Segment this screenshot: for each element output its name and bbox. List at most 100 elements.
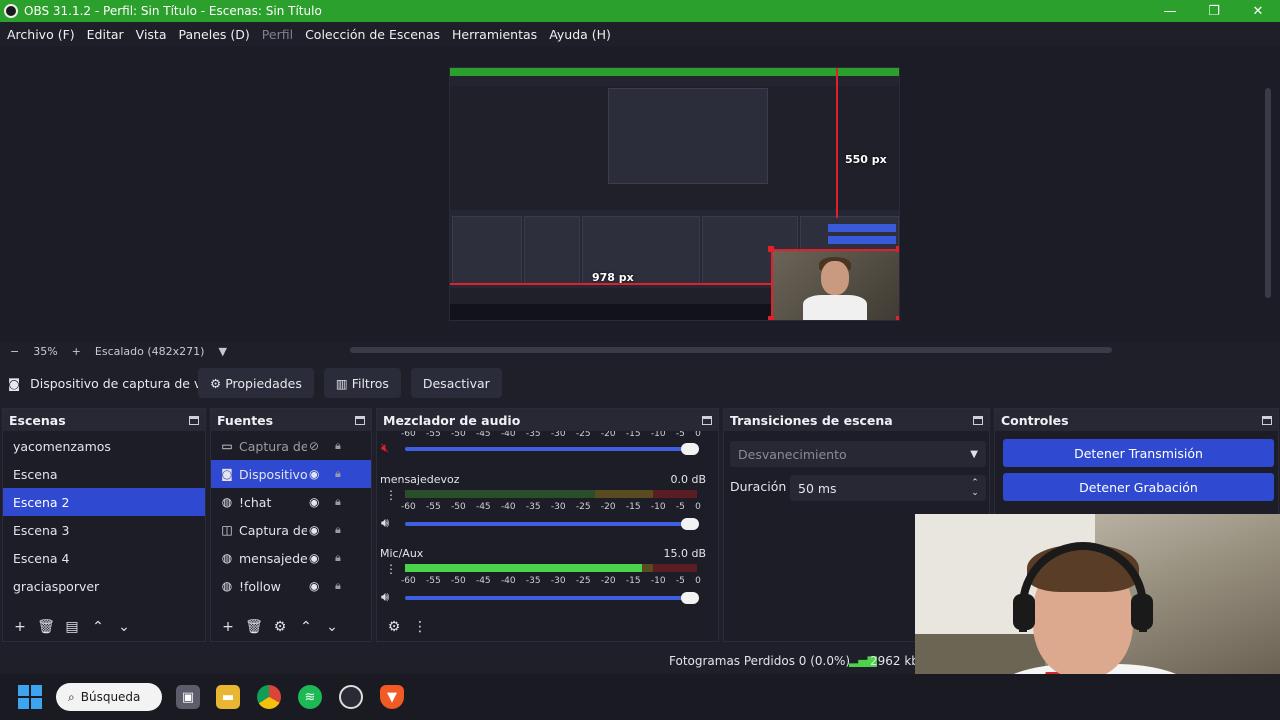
meter-level — [405, 564, 642, 572]
scene-item[interactable]: graciasporver — [3, 572, 205, 600]
move-up-button[interactable]: ⌃ — [293, 615, 319, 639]
transition-type-select[interactable]: Desvanecimiento ▼ — [730, 441, 986, 467]
eye-icon[interactable]: ◉ — [309, 523, 319, 537]
menu-coleccion-escenas[interactable]: Colección de Escenas — [300, 27, 445, 42]
nested-record-button — [828, 236, 896, 244]
lock-icon[interactable]: 🔒︎ — [335, 551, 341, 565]
volume-slider[interactable] — [405, 592, 699, 604]
taskbar-search[interactable]: ⌕ Búsqueda — [56, 683, 162, 711]
undock-icon[interactable] — [355, 415, 365, 425]
filters-button[interactable]: ▥ Filtros — [323, 368, 401, 398]
volume-slider-knob[interactable] — [681, 518, 699, 530]
preview-horizontal-scrollbar[interactable] — [350, 347, 1112, 353]
deactivate-button[interactable]: Desactivar — [410, 368, 502, 398]
volume-slider-knob[interactable] — [681, 592, 699, 604]
close-button[interactable]: ✕ — [1236, 0, 1280, 22]
move-up-button[interactable]: ⌃ — [85, 615, 111, 639]
add-source-button[interactable]: + — [215, 615, 241, 639]
eye-icon[interactable]: ◉ — [309, 495, 319, 509]
minimize-button[interactable]: — — [1148, 0, 1192, 22]
scene-item[interactable]: Escena 3 — [3, 516, 205, 544]
source-name: Captura de — [239, 522, 307, 538]
eye-icon[interactable]: ◉ — [309, 579, 319, 593]
resize-handle-top-left[interactable] — [768, 246, 774, 252]
volume-slider-knob[interactable] — [681, 443, 699, 455]
undock-icon[interactable] — [973, 415, 983, 425]
zoom-in-button[interactable]: + — [72, 345, 81, 358]
undock-icon[interactable] — [1262, 415, 1272, 425]
chrome-icon[interactable] — [257, 685, 281, 709]
brave-icon[interactable]: ▼ — [380, 685, 404, 709]
zoom-out-button[interactable]: − — [10, 345, 19, 358]
duration-spinbox[interactable]: 50 ms ⌃ ⌄ — [790, 475, 986, 501]
scene-item[interactable]: Escena — [3, 460, 205, 488]
muted-speaker-icon[interactable]: 🔇︎ — [381, 441, 389, 456]
stop-recording-button[interactable]: Detener Grabación — [1003, 473, 1274, 501]
undock-icon[interactable] — [702, 415, 712, 425]
resize-handle-bottom-left[interactable] — [768, 316, 774, 320]
lock-icon[interactable]: 🔒︎ — [335, 523, 341, 537]
scene-item[interactable]: Escena 4 — [3, 544, 205, 572]
advanced-audio-icon[interactable]: ⚙ — [381, 615, 407, 639]
eye-icon[interactable]: ◉ — [309, 551, 319, 565]
spotify-icon[interactable]: ≋ — [298, 685, 322, 709]
headset-ear-left — [1013, 594, 1035, 630]
menu-editar[interactable]: Editar — [82, 27, 129, 42]
sources-dock: Fuentes ▭ Captura de ⊘ 🔒︎ ◙ Dispositivo … — [210, 408, 372, 642]
menu-herramientas[interactable]: Herramientas — [447, 27, 542, 42]
volume-slider[interactable] — [405, 518, 699, 530]
windows-start-icon[interactable] — [18, 685, 42, 709]
move-down-button[interactable]: ⌄ — [319, 615, 345, 639]
properties-button[interactable]: ⚙ Propiedades — [198, 368, 314, 398]
hidden-eye-icon[interactable]: ⊘ — [309, 439, 319, 453]
preview-canvas[interactable]: 550 px 978 px — [449, 67, 900, 321]
menu-paneles[interactable]: Paneles (D) — [174, 27, 255, 42]
scene-filters-button[interactable]: ▤ — [59, 615, 85, 639]
preview-area[interactable]: 550 px 978 px — [0, 46, 1280, 342]
obs-logo-icon — [4, 4, 18, 18]
obs-taskbar-icon[interactable] — [339, 685, 363, 709]
lock-icon[interactable]: 🔒︎ — [335, 579, 341, 593]
mixer-menu-icon[interactable]: ⋮ — [407, 615, 433, 639]
menu-vista[interactable]: Vista — [131, 27, 172, 42]
mixer-footer: ⚙ ⋮ — [377, 613, 718, 641]
maximize-button[interactable]: ❐ — [1192, 0, 1236, 22]
speaker-icon[interactable]: 🔊︎ — [381, 516, 389, 531]
volume-slider[interactable] — [405, 443, 699, 455]
scene-item-selected[interactable]: Escena 2 — [3, 488, 205, 516]
eye-icon[interactable]: ◉ — [309, 467, 319, 481]
source-item[interactable]: ▭ Captura de ⊘ 🔒︎ — [211, 432, 371, 460]
undock-icon[interactable] — [189, 415, 199, 425]
source-item[interactable]: ◍ mensajede ◉ 🔒︎ — [211, 544, 371, 572]
add-scene-button[interactable]: + — [7, 615, 33, 639]
spinbox-arrows-icon[interactable]: ⌃ ⌄ — [964, 478, 986, 498]
channel-menu-icon[interactable]: ⋮ — [385, 488, 397, 502]
source-properties-button[interactable]: ⚙ — [267, 615, 293, 639]
move-down-button[interactable]: ⌄ — [111, 615, 137, 639]
scene-item[interactable]: yacomenzamos — [3, 432, 205, 460]
source-item-selected[interactable]: ◙ Dispositivo ◉ 🔒︎ — [211, 460, 371, 488]
remove-scene-button[interactable]: 🗑 — [33, 615, 59, 639]
selected-webcam-source[interactable] — [771, 249, 899, 320]
scale-mode-dropdown[interactable]: ▼ — [218, 345, 226, 358]
source-item[interactable]: ◍ !follow ◉ 🔒︎ — [211, 572, 371, 600]
source-item[interactable]: ◍ !chat ◉ 🔒︎ — [211, 488, 371, 516]
task-view-icon[interactable]: ▣ — [176, 685, 200, 709]
menu-ayuda[interactable]: Ayuda (H) — [544, 27, 616, 42]
menu-archivo[interactable]: Archivo (F) — [2, 27, 80, 42]
menu-perfil[interactable]: Perfil — [257, 27, 298, 42]
resize-handle-bottom-right[interactable] — [896, 316, 899, 320]
stop-streaming-button[interactable]: Detener Transmisión — [1003, 439, 1274, 467]
source-item[interactable]: ◫ Captura de ◉ 🔒︎ — [211, 516, 371, 544]
source-name: !chat — [239, 494, 272, 510]
nested-stream-button — [828, 224, 896, 232]
lock-icon[interactable]: 🔒︎ — [335, 467, 341, 481]
remove-source-button[interactable]: 🗑 — [241, 615, 267, 639]
lock-icon[interactable]: 🔒︎ — [335, 439, 341, 453]
speaker-icon[interactable]: 🔊︎ — [381, 590, 389, 605]
channel-menu-icon[interactable]: ⋮ — [385, 562, 397, 576]
preview-vertical-scrollbar[interactable] — [1265, 88, 1271, 298]
resize-handle-top-right[interactable] — [896, 246, 899, 252]
lock-icon[interactable]: 🔒︎ — [335, 495, 341, 509]
file-explorer-icon[interactable]: ▬ — [216, 685, 240, 709]
